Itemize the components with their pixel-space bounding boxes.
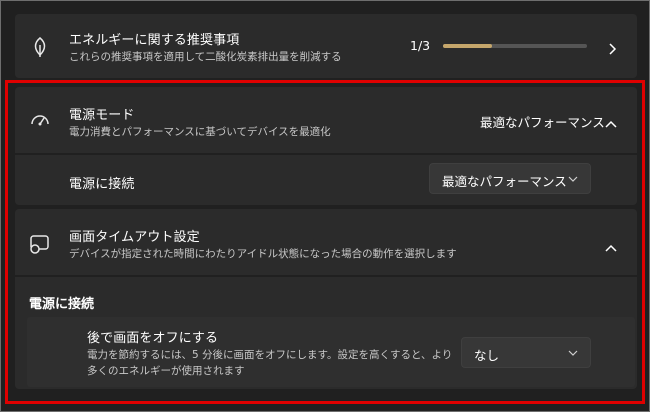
chevron-down-icon — [568, 350, 578, 356]
chevron-right-icon — [607, 40, 617, 59]
screen-off-setting-row: 後で画面をオフにする 電力を節約するには、5 分後に画面をオフにします。設定を高… — [27, 317, 635, 387]
chevron-up-icon — [605, 114, 617, 133]
chevron-up-icon — [605, 238, 617, 257]
recommendations-subtitle: これらの推奨事項を適用して二酸化炭素排出量を削減する — [69, 51, 342, 63]
power-mode-current-value: 最適なパフォーマンス — [480, 115, 605, 130]
settings-window: エネルギーに関する推奨事項 これらの推奨事項を適用して二酸化炭素排出量を削減する… — [0, 0, 650, 412]
plugged-in-label: 電源に接続 — [69, 177, 135, 192]
power-mode-subtitle: 電力消費とパフォーマンスに基づいてデバイスを最適化 — [69, 126, 331, 138]
screen-timeout-header[interactable]: 画面タイムアウト設定 デバイスが指定された時間にわたりアイドル状態になった場合の… — [15, 209, 637, 275]
power-mode-title: 電源モード — [69, 108, 135, 123]
gauge-icon — [29, 109, 51, 131]
recommendations-progress-text: 1/3 — [410, 38, 431, 53]
leaf-icon — [29, 36, 51, 58]
recommendations-title: エネルギーに関する推奨事項 — [69, 33, 240, 48]
chevron-down-icon — [568, 176, 578, 182]
power-mode-header[interactable]: 電源モード 電力消費とパフォーマンスに基づいてデバイスを最適化 最適なパフォーマ… — [15, 87, 637, 153]
screen-off-dropdown-value: なし — [474, 348, 500, 363]
divider — [15, 153, 637, 155]
power-mode-dropdown[interactable]: 最適なパフォーマンス — [429, 163, 591, 194]
screen-off-description-line1: 電力を節約するには、5 分後に画面をオフにします。設定を高くすると、より — [87, 349, 453, 361]
power-mode-dropdown-value: 最適なパフォーマンス — [442, 174, 567, 189]
screen-off-description-line2: 多くのエネルギーが使用されます — [87, 365, 245, 377]
screen-timeout-title: 画面タイムアウト設定 — [69, 230, 200, 245]
screen-off-title: 後で画面をオフにする — [87, 331, 219, 346]
plugged-in-section-heading: 電源に接続 — [29, 297, 95, 312]
screen-off-dropdown[interactable]: なし — [461, 337, 591, 368]
screen-timeout-subtitle: デバイスが指定された時間にわたりアイドル状態になった場合の動作を選択します — [69, 248, 457, 260]
power-mode-card: 電源モード 電力消費とパフォーマンスに基づいてデバイスを最適化 最適なパフォーマ… — [15, 87, 637, 205]
screen-timeout-icon — [29, 233, 51, 255]
recommendations-progress-fill — [443, 44, 492, 48]
screen-timeout-card: 画面タイムアウト設定 デバイスが指定された時間にわたりアイドル状態になった場合の… — [15, 209, 637, 389]
energy-recommendations-card[interactable]: エネルギーに関する推奨事項 これらの推奨事項を適用して二酸化炭素排出量を削減する… — [15, 14, 637, 78]
recommendations-progress-bar — [443, 44, 587, 48]
divider — [15, 275, 637, 277]
